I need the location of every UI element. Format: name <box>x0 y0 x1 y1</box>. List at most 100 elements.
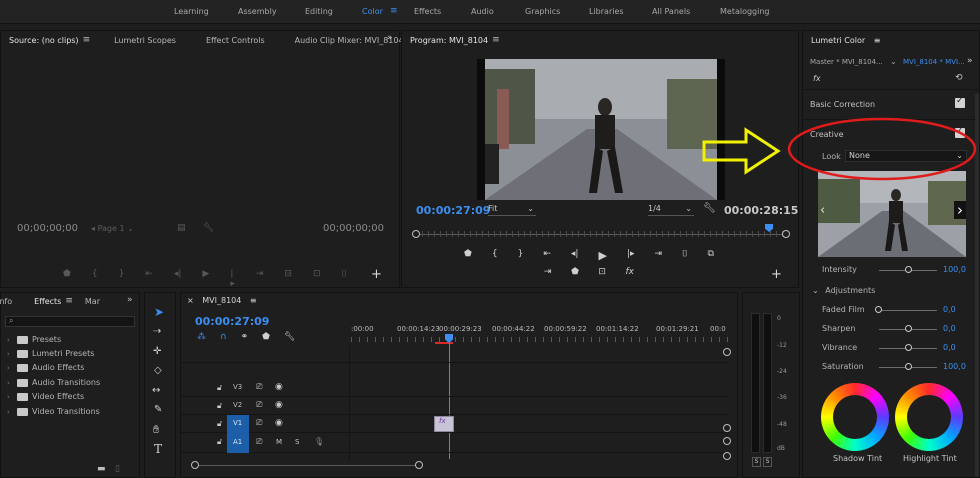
extract-icon[interactable]: ⬟ <box>571 267 579 277</box>
fx-icon[interactable]: fx <box>625 267 634 277</box>
snap-icon[interactable]: ∩ <box>220 332 227 342</box>
play-icon[interactable]: ▶ <box>202 269 209 289</box>
hand-tool-icon[interactable]: ✋︎ <box>153 423 159 437</box>
panel-menu-icon[interactable]: ≡ <box>83 35 91 45</box>
hscroll-end-handle[interactable] <box>415 461 423 469</box>
eye-icon[interactable]: ◉ <box>275 418 283 428</box>
effects-menu-icon[interactable]: ≡ <box>65 296 73 306</box>
effects-item-audio-effects[interactable]: › Audio Effects <box>7 363 84 372</box>
work-area-bar[interactable] <box>435 342 453 344</box>
mark-in-icon[interactable]: { <box>92 269 98 289</box>
timeline-vscroll-top-handle-2[interactable] <box>723 437 731 445</box>
scrub-start-handle[interactable] <box>412 230 420 238</box>
timeline-settings-icon[interactable]: 🔧︎ <box>284 332 295 342</box>
export-frame-icon[interactable]: ⌷ <box>341 269 346 289</box>
workspace-tab-effects[interactable]: Effects <box>414 7 441 16</box>
lumetri-master-clip[interactable]: Master * MVI_8104... <box>810 58 883 66</box>
effects-item-video-transitions[interactable]: › Video Transitions <box>7 407 100 416</box>
timeline-close-icon[interactable]: × <box>187 296 194 305</box>
program-add-button-icon[interactable]: + <box>771 267 782 282</box>
intensity-slider-knob[interactable] <box>905 266 912 273</box>
go-to-in-icon[interactable]: ⇤ <box>543 249 551 262</box>
tab-program[interactable]: Program: MVI_8104 <box>410 36 488 45</box>
comparison-view-icon[interactable]: ⧉ <box>708 249 714 262</box>
film-icon[interactable]: ⎚ <box>256 400 262 410</box>
workspace-tab-assembly[interactable]: Assembly <box>238 7 277 16</box>
faded-film-slider-knob[interactable] <box>875 306 882 313</box>
film-icon[interactable]: ⎚ <box>256 418 262 428</box>
basic-correction-checkbox[interactable] <box>955 96 965 108</box>
tab-effect-controls[interactable]: Effect Controls <box>206 36 265 45</box>
hscroll-start-handle[interactable] <box>191 461 199 469</box>
program-scrub-bar[interactable] <box>412 224 790 238</box>
step-back-icon[interactable]: ◂| <box>174 269 182 289</box>
mute-button[interactable]: M <box>276 438 282 446</box>
lock-icon[interactable]: 🔓︎ <box>217 419 222 429</box>
selection-tool-icon[interactable]: ➤ <box>154 305 164 319</box>
effects-item-presets[interactable]: › Presets <box>7 335 61 344</box>
lock-icon[interactable]: 🔓︎ <box>217 401 222 411</box>
tab-lumetri-scopes[interactable]: Lumetri Scopes <box>114 36 176 45</box>
faded-film-value[interactable]: 0,0 <box>943 305 956 314</box>
program-wrench-icon[interactable]: 🔧︎ <box>703 203 716 214</box>
track-row-v2[interactable]: 🔓︎ V2 ⎚ ◉ <box>181 397 729 415</box>
add-marker-icon[interactable]: ⬟ <box>262 332 270 342</box>
effects-item-lumetri-presets[interactable]: › Lumetri Presets <box>7 349 94 358</box>
lock-icon[interactable]: 🔓︎ <box>217 383 222 393</box>
panel-overflow-icon[interactable]: » <box>387 33 393 43</box>
tab-info[interactable]: Info <box>0 297 12 306</box>
step-forward-icon[interactable]: |▸ <box>627 249 635 262</box>
tab-source[interactable]: Source: (no clips) <box>9 36 79 45</box>
lumetri-sequence-clip[interactable]: MVI_8104 * MVI... <box>903 58 965 66</box>
mark-out-icon[interactable]: } <box>119 269 125 289</box>
razor-tool-icon[interactable]: ◇ <box>154 365 162 376</box>
mark-in-icon[interactable]: { <box>492 249 498 262</box>
export-frame-icon[interactable]: ⌷ <box>682 249 687 262</box>
type-tool-icon[interactable]: T <box>154 442 162 456</box>
look-next-icon[interactable]: › <box>954 201 966 219</box>
source-settings-icon[interactable]: ▤ <box>177 223 186 233</box>
sharpen-value[interactable]: 0,0 <box>943 324 956 333</box>
workspace-tab-graphics[interactable]: Graphics <box>525 7 560 16</box>
timeline-clip[interactable]: fx <box>434 416 454 432</box>
basic-correction-header[interactable]: Basic Correction <box>810 100 875 109</box>
timeline-ruler[interactable]: :00:00 00:00:14:23 00:00:29:23 00:00:44:… <box>351 323 729 345</box>
go-to-out-icon[interactable]: ⇥ <box>655 249 663 262</box>
track-select-tool-icon[interactable]: ⇢ <box>153 326 161 337</box>
workspace-tab-editing[interactable]: Editing <box>305 7 333 16</box>
workspace-tab-color[interactable]: Color <box>362 7 383 16</box>
resolution-dropdown[interactable]: 1/4 ⌄ <box>648 204 694 216</box>
highlight-tint-wheel[interactable] <box>895 383 963 451</box>
sharpen-slider-knob[interactable] <box>905 325 912 332</box>
add-marker-icon[interactable]: ⬟ <box>63 269 71 289</box>
program-timecode-current[interactable]: 00:00:27:09 <box>416 204 490 217</box>
effects-item-audio-transitions[interactable]: › Audio Transitions <box>7 378 100 387</box>
solo-button[interactable]: S <box>295 438 299 446</box>
lumetri-menu-icon[interactable]: ≡ <box>874 36 881 45</box>
effects-search-input[interactable]: ⌕ <box>5 316 135 327</box>
chevron-down-icon[interactable]: ⌄ <box>890 57 897 66</box>
workspace-tab-learning[interactable]: Learning <box>174 7 209 16</box>
program-menu-icon[interactable]: ≡ <box>492 35 500 45</box>
look-prev-icon[interactable]: ‹ <box>820 203 825 218</box>
effects-item-video-effects[interactable]: › Video Effects <box>7 392 84 401</box>
scrub-end-handle[interactable] <box>782 230 790 238</box>
shadow-tint-wheel[interactable] <box>821 383 889 451</box>
track-row-v3[interactable]: 🔓︎ V3 ⎚ ◉ <box>181 379 729 397</box>
workspace-tab-metalogging[interactable]: Metalogging <box>720 7 770 16</box>
lift-icon[interactable]: ⇥ <box>544 267 552 277</box>
meter-solo-right[interactable]: S <box>763 457 772 467</box>
timeline-vscroll-bottom-handle-2[interactable] <box>723 452 731 460</box>
lumetri-fx-toggle[interactable]: fx <box>813 74 821 83</box>
nest-icon[interactable]: ⁂ <box>197 332 206 342</box>
track-row-a1[interactable]: 🔓︎ A1 ⎚ M S 🎙︎ <box>181 433 729 453</box>
play-icon[interactable]: ▶ <box>598 249 606 262</box>
eye-icon[interactable]: ◉ <box>275 382 283 392</box>
tab-effects[interactable]: Effects <box>34 297 61 306</box>
effects-overflow-icon[interactable]: » <box>127 295 133 305</box>
source-timecode-in[interactable]: 00;00;00;00 <box>17 223 78 234</box>
source-add-button-icon[interactable]: + <box>371 267 382 282</box>
meter-solo-left[interactable]: S <box>752 457 761 467</box>
intensity-value[interactable]: 100,0 <box>943 265 966 274</box>
step-forward-icon[interactable]: |▸ <box>230 269 235 289</box>
